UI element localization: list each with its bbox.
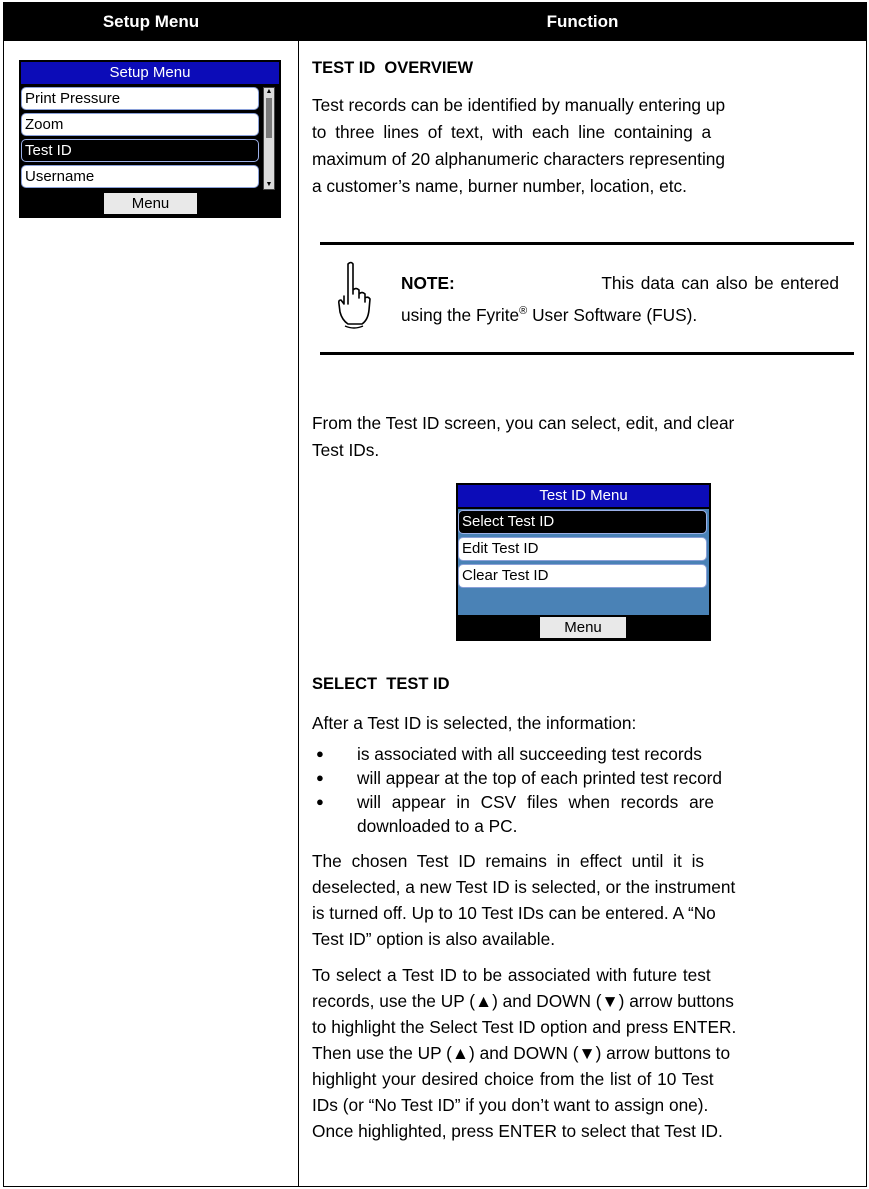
bullet-item-cont: downloaded to a PC. xyxy=(357,816,518,836)
menu-item-zoom: Zoom xyxy=(21,113,259,136)
test-id-menu-title: Test ID Menu xyxy=(458,485,709,507)
bullet-item: will appear at the top of each printed t… xyxy=(357,768,723,788)
function-column-header: Function xyxy=(546,12,619,31)
menu-item-test-id: Test ID xyxy=(21,139,259,162)
test-id-option-edit: Edit Test ID xyxy=(458,537,707,561)
overview-line: to three lines of text, with each line c… xyxy=(312,122,712,142)
scroll-up-arrow-icon: ▲ xyxy=(265,88,273,95)
overview-line: maximum of 20 alphanumeric characters re… xyxy=(312,149,726,169)
effect-line: deselected, a new Test ID is selected, o… xyxy=(312,877,736,897)
overview-heading: TEST ID OVERVIEW xyxy=(312,59,474,77)
bullet-item: will appear in CSV files when records ar… xyxy=(357,792,715,812)
how-to-line: To select a Test ID to be associated wit… xyxy=(312,965,711,985)
scroll-down-arrow-icon: ▼ xyxy=(265,181,273,188)
column-divider xyxy=(298,41,299,1186)
testid-screen-line: Test IDs. xyxy=(312,440,380,460)
test-id-option-select: Select Test ID xyxy=(458,510,707,534)
how-to-line: to highlight the Select Test ID option a… xyxy=(312,1017,737,1037)
note-top-rule xyxy=(320,242,854,245)
bullet-dot-icon: ● xyxy=(316,770,324,785)
scroll-thumb xyxy=(266,98,272,138)
how-to-line: records, use the UP (▲) and DOWN (▼) arr… xyxy=(312,991,734,1011)
overview-line: Test records can be identified by manual… xyxy=(312,95,726,115)
note-line-2: using the Fyrite® User Software (FUS). xyxy=(401,298,697,328)
pointing-hand-icon xyxy=(334,260,372,330)
bullet-dot-icon: ● xyxy=(316,794,324,809)
select-test-id-heading: SELECT TEST ID xyxy=(312,675,450,693)
effect-line: The chosen Test ID remains in effect unt… xyxy=(312,851,705,871)
note-text-2a: using the Fyrite xyxy=(401,304,520,325)
menu-item-print-pressure: Print Pressure xyxy=(21,87,259,110)
effect-line: is turned off. Up to 10 Test IDs can be … xyxy=(312,903,716,923)
test-id-menu-screen: Test ID Menu Select Test ID Edit Test ID… xyxy=(456,483,711,641)
bullet-dot-icon: ● xyxy=(316,746,324,761)
test-id-menu-softkey: Menu xyxy=(540,617,626,638)
setup-menu-screen-title: Setup Menu xyxy=(21,62,279,84)
setup-menu-scrollbar: ▲ ▼ xyxy=(263,87,275,190)
bullet-item: is associated with all succeeding test r… xyxy=(357,744,702,764)
note-text-2b: User Software (FUS). xyxy=(527,304,698,325)
how-to-line: Once highlighted, press ENTER to select … xyxy=(312,1121,723,1141)
setup-menu-column-header: Setup Menu xyxy=(102,12,200,31)
how-to-line: highlight your desired choice from the l… xyxy=(312,1069,714,1089)
test-id-option-clear: Clear Test ID xyxy=(458,564,707,588)
testid-screen-line: From the Test ID screen, you can select,… xyxy=(312,413,735,433)
select-intro: After a Test ID is selected, the informa… xyxy=(312,713,637,733)
setup-menu-softkey: Menu xyxy=(104,193,197,214)
note-line-1: NOTE: This data can also be entered xyxy=(401,270,839,296)
note-label: NOTE: xyxy=(401,273,455,293)
how-to-line: IDs (or “No Test ID” if you don’t want t… xyxy=(312,1095,709,1115)
setup-menu-screen: Setup Menu Print Pressure Zoom Test ID U… xyxy=(19,60,281,218)
overview-line: a customer’s name, burner number, locati… xyxy=(312,176,687,196)
note-bottom-rule xyxy=(320,352,854,355)
table-header: Setup Menu Function xyxy=(4,3,866,41)
how-to-line: Then use the UP (▲) and DOWN (▼) arrow b… xyxy=(312,1043,731,1063)
menu-item-username: Username xyxy=(21,165,259,188)
note-text-1: This data can also be entered xyxy=(601,273,839,293)
effect-line: Test ID” option is also available. xyxy=(312,929,556,949)
